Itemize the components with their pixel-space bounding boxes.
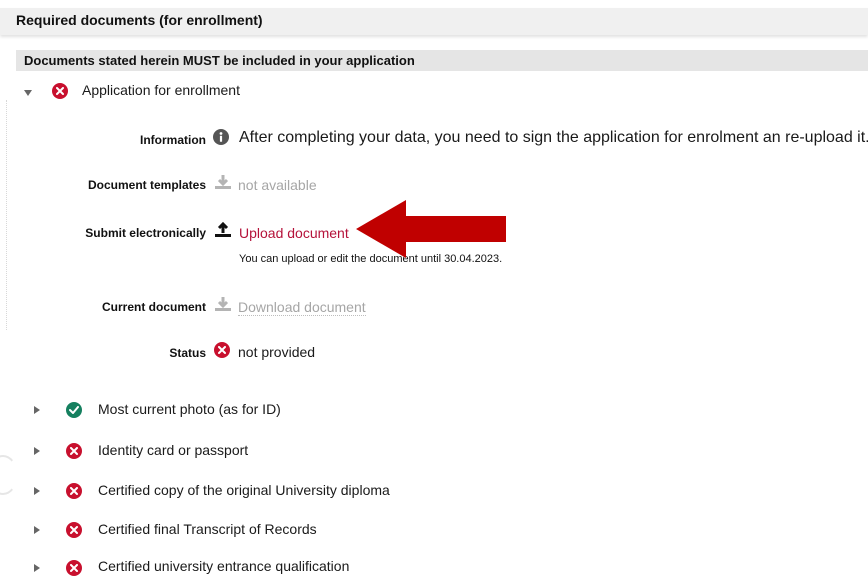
item-label-application-enrollment[interactable]: Application for enrollment	[82, 82, 240, 98]
error-x-icon	[66, 483, 82, 499]
status-label: Status	[169, 346, 206, 360]
error-x-icon	[66, 560, 82, 576]
error-x-icon	[66, 443, 82, 459]
item-label-entrance-qualification[interactable]: Certified university entrance qualificat…	[98, 558, 349, 574]
item-label-transcript[interactable]: Certified final Transcript of Records	[98, 521, 317, 537]
expand-toggle-icon[interactable]	[34, 406, 40, 414]
error-x-icon	[52, 83, 68, 99]
collapse-toggle-icon[interactable]	[24, 90, 32, 96]
document-templates-value: not available	[238, 177, 317, 193]
upload-document-link[interactable]: Upload document	[239, 225, 349, 241]
expand-toggle-icon[interactable]	[34, 487, 40, 495]
status-value: not provided	[238, 344, 316, 360]
download-document-link[interactable]: Download document	[238, 299, 366, 316]
submit-electronically-label: Submit electronically	[85, 226, 206, 240]
expand-toggle-icon[interactable]	[34, 564, 40, 572]
expand-toggle-icon[interactable]	[34, 447, 40, 455]
section-subtitle: Documents stated herein MUST be included…	[24, 53, 415, 68]
information-label: Information	[140, 133, 206, 147]
item-label-identity-card[interactable]: Identity card or passport	[98, 442, 248, 458]
current-document-label: Current document	[101, 300, 206, 314]
expand-toggle-icon[interactable]	[34, 526, 40, 534]
item-label-photo[interactable]: Most current photo (as for ID)	[98, 401, 281, 417]
info-icon	[213, 129, 229, 145]
item-label-diploma[interactable]: Certified copy of the original Universit…	[98, 482, 390, 498]
loading-spinner-ghost	[0, 455, 18, 495]
left-dotted-edge	[6, 100, 7, 330]
download-icon	[214, 296, 232, 317]
download-icon	[214, 174, 232, 195]
error-x-icon	[214, 342, 230, 358]
error-x-icon	[66, 522, 82, 538]
information-text: After completing your data, you need to …	[239, 129, 868, 146]
document-templates-label: Document templates	[87, 178, 206, 192]
upload-icon[interactable]	[214, 221, 232, 243]
annotation-arrow-icon	[356, 200, 508, 263]
section-title: Required documents (for enrollment)	[16, 12, 263, 28]
check-ok-icon	[66, 402, 82, 418]
